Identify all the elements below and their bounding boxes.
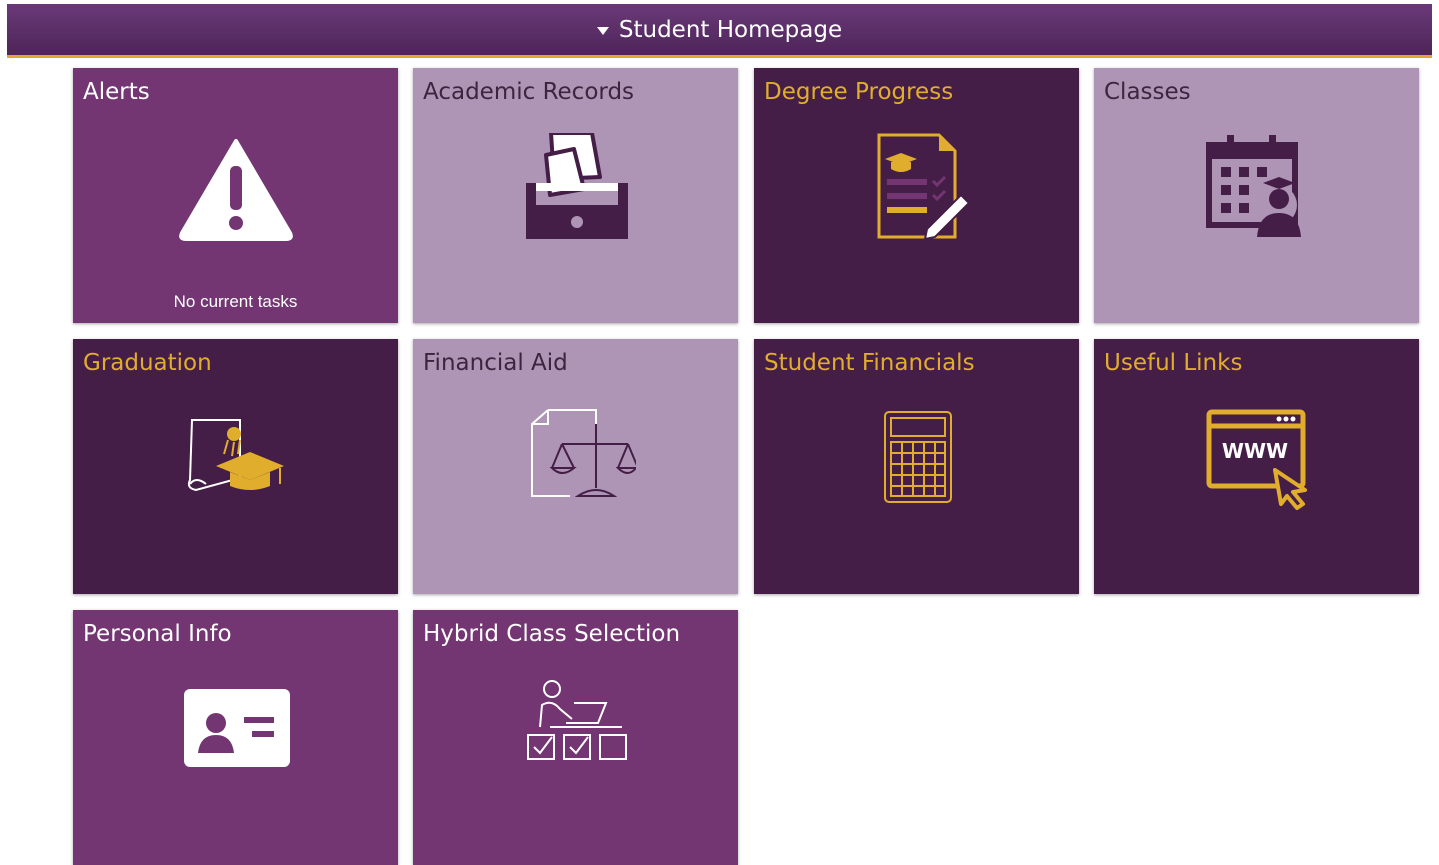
tile-hybrid-class-selection[interactable]: Hybrid Class Selection (413, 610, 738, 865)
class-selection-icon (526, 680, 627, 760)
id-card-icon (183, 689, 290, 767)
web-link-icon: WWW (1206, 409, 1307, 510)
class-calendar-icon (1205, 135, 1301, 237)
tile-student-financials[interactable]: Student Financials (754, 339, 1079, 594)
alerts-status: No current tasks (173, 292, 298, 311)
tile-title: Graduation (83, 350, 212, 376)
file-drawer-icon (525, 133, 628, 239)
tile-academic-records[interactable]: Academic Records (413, 68, 738, 323)
svg-text:WWW: WWW (1221, 439, 1287, 463)
tile-financial-aid[interactable]: Financial Aid (413, 339, 738, 594)
tile-personal-info[interactable]: Personal Info (73, 610, 398, 865)
tile-title: Classes (1104, 79, 1191, 105)
tile-title: Hybrid Class Selection (423, 621, 681, 647)
degree-checklist-icon (877, 133, 970, 241)
tile-title: Degree Progress (764, 79, 954, 105)
tile-degree-progress[interactable]: Degree Progress (754, 68, 1079, 323)
tile-title: Personal Info (83, 621, 232, 647)
caret-down-icon (596, 26, 609, 35)
legal-scale-icon (530, 409, 636, 497)
diploma-cap-icon (187, 419, 284, 492)
homepage-selector[interactable]: Student Homepage (7, 4, 1432, 58)
tile-alerts[interactable]: Alerts No current tasks (73, 68, 398, 323)
tile-title: Academic Records (423, 79, 635, 105)
tile-classes[interactable]: Classes (1094, 68, 1419, 323)
page-title: Student Homepage (618, 16, 843, 43)
tile-useful-links[interactable]: Useful Links WWW (1094, 339, 1419, 594)
tile-title: Alerts (83, 79, 150, 105)
tile-title: Useful Links (1104, 350, 1243, 376)
tile-title: Financial Aid (423, 350, 568, 376)
warning-icon (178, 139, 293, 241)
tile-title: Student Financials (764, 350, 975, 376)
calculator-icon (883, 411, 952, 503)
tile-graduation[interactable]: Graduation (73, 339, 398, 594)
